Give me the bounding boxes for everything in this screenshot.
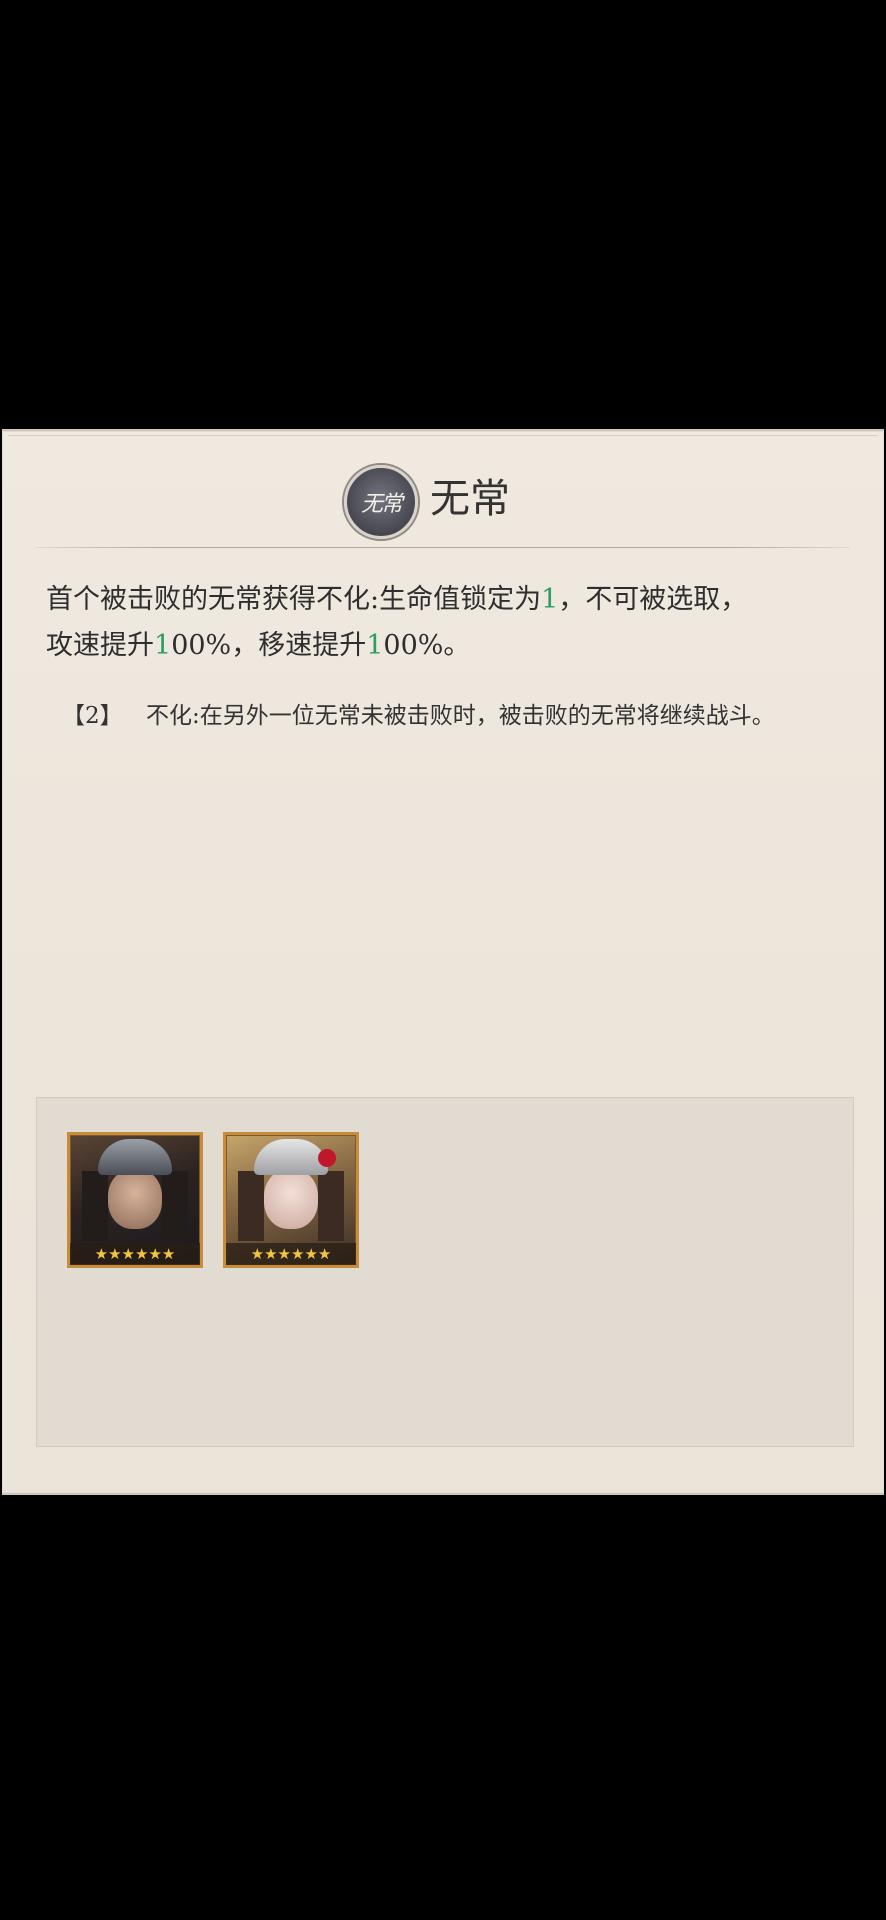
highlight-value: 1	[541, 584, 559, 615]
note-tag: 【2】	[62, 703, 123, 729]
star-rating: ★★★★★★	[226, 1243, 356, 1265]
flower-icon	[318, 1149, 336, 1167]
emblem-text: 无常	[360, 492, 403, 517]
skill-title: 无常	[430, 476, 510, 522]
hero-portrait-male	[108, 1169, 162, 1229]
wuchang-emblem-icon: 无常	[344, 465, 418, 539]
highlight-value: 1	[154, 630, 172, 661]
star-rating: ★★★★★★	[70, 1243, 200, 1265]
hero-hat	[98, 1139, 172, 1175]
hero-portrait-female	[264, 1169, 318, 1229]
hero-card-1[interactable]: ★★★★★★	[67, 1132, 203, 1268]
hero-hat	[254, 1139, 328, 1175]
title-divider	[36, 547, 850, 548]
related-heroes-box: ★★★★★★ ★★★★★★	[36, 1097, 854, 1447]
skill-detail-panel: 无常 无常 首个被击败的无常获得不化:生命值锁定为1，不可被选取， 攻速提升10…	[2, 429, 884, 1495]
hero-card-2[interactable]: ★★★★★★	[223, 1132, 359, 1268]
note-text: 不化:在另外一位无常未被击败时，被击败的无常将继续战斗。	[146, 703, 775, 729]
panel-frame	[8, 435, 878, 442]
highlight-value: 1	[366, 630, 384, 661]
skill-description: 首个被击败的无常获得不化:生命值锁定为1，不可被选取， 攻速提升100%，移速提…	[46, 584, 748, 661]
